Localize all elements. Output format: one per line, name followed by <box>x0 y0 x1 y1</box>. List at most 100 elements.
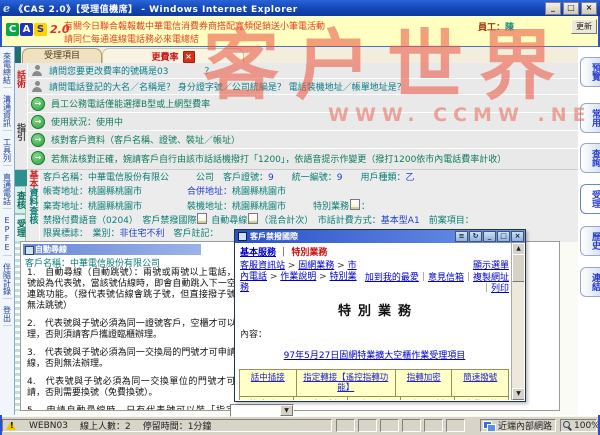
guide-text: 使用狀況：使用中 <box>51 115 123 128</box>
text-segment: > <box>334 261 347 271</box>
chevron-down-icon[interactable]: ▼ <box>280 405 293 416</box>
text-segment: 合併地址： <box>142 187 232 197</box>
popup-tab-separator: ｜ <box>279 248 288 258</box>
text-segment: 禁撥付費語音（0204） 客戶禁撥國際 <box>43 216 196 226</box>
popup-tab-basic[interactable]: 基本服務 <box>240 248 276 258</box>
service-link[interactable]: 話中插接 <box>239 369 297 397</box>
text-segment: 限異標誌： 業別： <box>43 229 120 239</box>
popup-menu-button[interactable]: ≡ <box>455 231 468 242</box>
label-data: 資料 <box>27 188 40 206</box>
arrow-icon: → <box>31 115 45 129</box>
announcement-line1: 有關今日聯合報報載中華電信消費券商搭配寬頻促銷送小筆電活動 <box>64 19 325 32</box>
service-link[interactable]: 指轉加密 <box>395 369 453 397</box>
status-main: WEBN03 線上人數：2 停留時間：1分鐘 <box>2 419 332 432</box>
corner-block <box>14 47 21 63</box>
popup-scrollbar[interactable]: ▲ ▼ <box>511 243 524 400</box>
text-segment: 帳寄地址：桃園縣桃園市 <box>43 187 142 197</box>
text-link[interactable]: 複製網址 <box>473 273 509 283</box>
combo-box[interactable]: ▼ <box>230 404 294 417</box>
text-segment: 公司 客戶證號： <box>169 173 268 183</box>
side-tab-check[interactable]: 查核 <box>14 186 26 214</box>
scripts-label: 話術 <box>14 63 28 95</box>
status-network: 近端內部網路 <box>480 419 556 432</box>
popup-maximize-button[interactable]: □ <box>497 231 510 242</box>
profile-row: 帳寄地址：桃園縣桃園市 合併地址：桃園縣桃園市 <box>39 185 578 199</box>
scroll-down-icon[interactable]: ▼ <box>512 388 524 400</box>
left-rail-item[interactable]: 登出 <box>3 303 12 326</box>
popup-minimize-button[interactable]: _ <box>483 231 496 242</box>
tab-accept-items[interactable]: 受理項目 <box>22 48 102 64</box>
show-menu-link[interactable]: 顯示選單 <box>358 261 509 272</box>
employee-name: 陳 <box>505 23 514 33</box>
tab-links[interactable]: 連結 <box>580 267 600 297</box>
status-bar: WEBN03 線上人數：2 停留時間：1分鐘 近端內部網路 100% ▼ <box>0 415 600 435</box>
popup-window-icon <box>238 232 247 241</box>
side-tab-accept[interactable]: 受理 <box>14 214 26 242</box>
title-bar: e 《CAS 2.0》【受理值機席】 - Windows Internet Ex… <box>0 0 600 16</box>
background-window-titlebar[interactable]: 自動尋線 <box>23 244 201 255</box>
profile-side-tabs: 查核 受理 <box>14 170 27 242</box>
left-rail-item[interactable]: 工具列 <box>3 135 12 166</box>
text-segment: 統一編號： <box>274 173 337 183</box>
network-label: 近端內部網路 <box>498 419 552 432</box>
employee-label: 員工： <box>478 23 505 33</box>
refresh-button[interactable]: 更新 <box>571 19 597 34</box>
service-link[interactable]: 指定轉接【遙控指轉功能】 <box>296 369 396 397</box>
service-link[interactable]: 三方通話 <box>293 396 348 400</box>
tab-history[interactable]: 歷史 <box>580 226 600 256</box>
tab-change-rate[interactable]: 更費率 × <box>102 48 244 64</box>
announcement-banner: C A S 2.0 有關今日聯合報報載中華電信消費券商搭配寬頻促銷送小筆電活動 … <box>0 16 600 47</box>
popup-close-button[interactable]: × <box>511 231 524 242</box>
profile-corner-block <box>14 170 27 186</box>
service-link[interactable]: 按時叫醒 <box>239 396 294 400</box>
service-link[interactable]: 簡速撥號 <box>451 369 509 397</box>
text-link[interactable]: 作業說明 <box>280 272 316 282</box>
tab-query[interactable]: 查詢 <box>580 143 600 173</box>
note-icon <box>248 213 258 224</box>
text-segment: 棄寄地址：桃園縣桃園市 <box>43 202 142 212</box>
question-mark: ？ <box>204 64 213 77</box>
status-host: WEBN03 <box>29 421 68 431</box>
tab-preview[interactable]: 預覽 <box>580 57 600 87</box>
left-rail-item[interactable]: 來電總結 <box>3 49 12 88</box>
text-segment: ｜ <box>464 273 473 283</box>
tab-close-icon[interactable]: × <box>183 51 195 63</box>
guide-row: → 使用狀況：使用中 <box>27 113 578 131</box>
service-link[interactable]: 自動尋線 <box>454 396 509 400</box>
bulletin-link[interactable]: 97年5月27日固網特業擴大空櫃作業受理項目 <box>240 348 509 361</box>
right-rail: 預覽 常用 查詢 受理 歷史 連結 <box>578 47 600 415</box>
minimize-button[interactable]: _ <box>545 2 561 15</box>
tab-change-rate-label: 更費率 <box>151 50 178 63</box>
tab-common[interactable]: 常用 <box>580 103 600 133</box>
text-link[interactable]: 意見信箱 <box>428 273 464 283</box>
popup-heading: 特別業務 <box>240 300 509 319</box>
popup-refresh-button[interactable]: ↻ <box>469 231 482 242</box>
guide-row: → 核對客戶資料（客戶名稱、證號、裝址／帳址） <box>27 131 578 149</box>
window-title: 《CAS 2.0》【受理值機席】 - Windows Internet Expl… <box>14 2 545 15</box>
popup-tabs: 基本服務 ｜ 特別業務 <box>240 245 509 258</box>
left-rail-item[interactable]: 伴隨計錄 <box>3 260 12 299</box>
popup-title-bar[interactable]: 客戶禁撥國際 ≡ ↻ _ □ × <box>235 230 525 243</box>
text-segment: ： <box>361 202 370 212</box>
popup-tab-special[interactable]: 特別業務 <box>291 248 327 258</box>
service-link[interactable]: 直通電話 <box>400 396 455 400</box>
status-zoom[interactable]: 100% ▼ <box>560 419 597 432</box>
close-button[interactable]: × <box>581 2 597 15</box>
scrollbar-thumb[interactable] <box>512 254 524 282</box>
text-link[interactable]: 列印 <box>491 284 509 294</box>
left-rail-item[interactable]: EPFE <box>3 213 12 256</box>
scripts-section: 話術 請問您要更改費率的號碼是03 ？ 請問電話登記的大名／名稱是？ 身分證字號… <box>14 63 578 95</box>
script-row: 請問您要更改費率的號碼是03 ？ <box>27 63 578 79</box>
text-link[interactable]: 固網業務 <box>298 261 334 271</box>
guide-text: 員工公務電話僅能選擇B型或上網型費率 <box>51 97 210 110</box>
guide-section: 指引 → 員工公務電話僅能選擇B型或上網型費率 → 使用狀況：使用中 → 核對客… <box>14 95 578 169</box>
service-link[interactable]: 勿干擾 <box>347 396 402 400</box>
text-link[interactable]: 客服資訊站 <box>240 261 285 271</box>
left-rail-item[interactable]: 直通電話 <box>3 170 12 209</box>
status-panel <box>402 419 421 432</box>
tab-accept[interactable]: 受理 <box>580 184 600 214</box>
content-label: 內容： <box>240 327 509 340</box>
left-rail-item[interactable]: 溝通資訊 <box>3 92 12 131</box>
maximize-button[interactable]: □ <box>563 2 579 15</box>
text-link[interactable]: 加到我的最愛 <box>365 273 419 283</box>
